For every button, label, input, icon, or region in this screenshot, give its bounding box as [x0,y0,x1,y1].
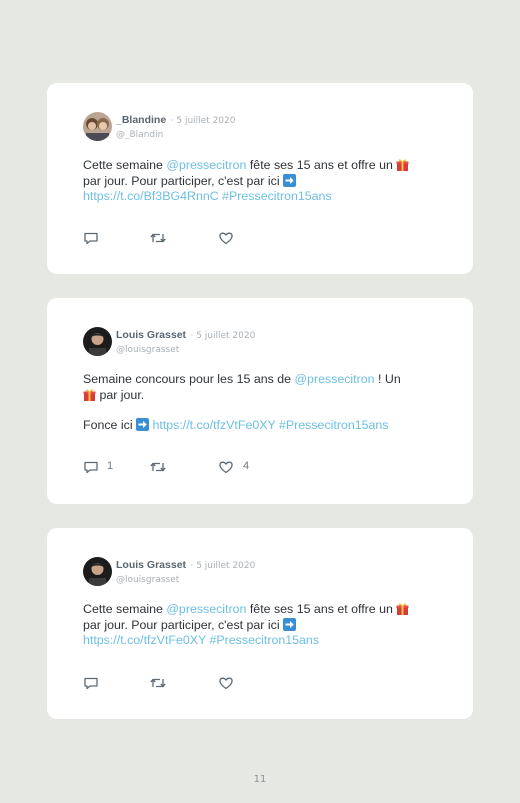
author-name[interactable]: Louis Grasset [116,559,186,571]
gift-emoji [396,602,409,615]
author-name[interactable]: _Blandine [116,114,166,126]
right-arrow-emoji [136,418,149,431]
tweet-date: · 5 juillet 2020 [170,116,236,126]
like-icon[interactable] [218,675,234,691]
tweet-text: Semaine concours pour les 15 ans de @pre… [83,372,437,434]
tweet-text-part: Fonce ici [83,418,137,432]
tweet-text-part: par jour. Pour participer, c'est par ici [83,173,284,188]
right-arrow-emoji [283,174,296,187]
retweet-icon[interactable] [149,459,167,475]
tweet-text: Cette semaine @pressecitron fête ses 15 … [83,158,437,205]
tweet-card: _Blandine · 5 juillet 2020 @_Blandin Cet… [47,83,473,274]
tweet-text-part: par jour. [96,387,145,402]
tweet-text-part: ! Un [374,372,401,386]
gift-emoji [83,388,96,401]
tweet-text: Cette semaine @pressecitron fête ses 15 … [83,602,437,649]
tweet-date: · 5 juillet 2020 [190,561,256,571]
mention-link[interactable]: @pressecitron [166,602,246,616]
retweet-icon[interactable] [149,230,167,246]
like-count: 4 [243,460,250,472]
reply-icon[interactable] [83,459,99,475]
retweet-icon[interactable] [149,675,167,691]
page-number: 11 [253,774,267,785]
hashtag-link[interactable]: #Pressecitron15ans [206,633,320,647]
tweet-text-part: Cette semaine [83,158,167,172]
tweet-header: Louis Grasset · 5 juillet 2020 @louisgra… [83,326,437,360]
mention-link[interactable]: @pressecitron [294,372,374,386]
author-handle[interactable]: @louisgrasset [116,344,255,357]
avatar[interactable] [83,327,112,356]
right-arrow-emoji [283,618,296,631]
reply-icon[interactable] [83,230,99,246]
reply-icon[interactable] [83,675,99,691]
author-name[interactable]: Louis Grasset [116,329,186,341]
tweet-text-part: Semaine concours pour les 15 ans de [83,372,295,386]
avatar[interactable] [83,557,112,586]
hashtag-link[interactable]: #Pressecitron15ans [219,189,332,203]
tweet-text-part: Cette semaine [83,602,167,616]
tweet-header: Louis Grasset · 5 juillet 2020 @louisgra… [83,556,437,590]
tweet-card: Louis Grasset · 5 juillet 2020 @louisgra… [47,298,473,504]
gift-emoji [396,158,409,171]
tweet-text-part: par jour. Pour participer, c'est par ici [83,617,284,632]
mention-link[interactable]: @pressecitron [166,158,246,172]
url-link[interactable]: https://t.co/Bf3BG4RnnC [83,189,219,203]
tweet-date: · 5 juillet 2020 [190,331,256,341]
like-icon[interactable] [218,230,234,246]
like-icon[interactable] [218,459,234,475]
hashtag-link[interactable]: #Pressecitron15ans [276,418,389,432]
tweet-card: Louis Grasset · 5 juillet 2020 @louisgra… [47,528,473,719]
reply-count: 1 [107,460,114,472]
tweet-text-part: fête ses 15 ans et offre un [246,158,397,172]
avatar[interactable] [83,112,112,141]
author-handle[interactable]: @louisgrasset [116,574,255,587]
tweet-text-part: fête ses 15 ans et offre un [246,602,397,616]
tweet-header: _Blandine · 5 juillet 2020 @_Blandin [83,111,437,145]
author-handle[interactable]: @_Blandin [116,129,236,142]
url-link[interactable]: https://t.co/tfzVtFe0XY [83,633,206,647]
url-link[interactable]: https://t.co/tfzVtFe0XY [152,418,275,432]
